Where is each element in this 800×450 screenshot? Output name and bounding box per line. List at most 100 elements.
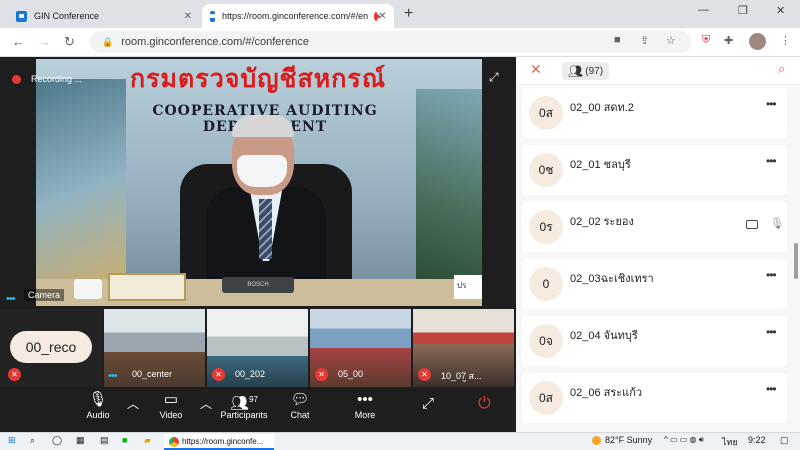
thumbnail-tile[interactable]: ••• 00_center: [104, 309, 205, 387]
participant-name: 02_00 สดท.2: [570, 102, 634, 114]
task-view-icon[interactable]: ◯: [52, 435, 62, 446]
participants-count: (97): [585, 65, 604, 77]
thumbnail-strip: 00_reco ✕ ••• 00_center ✕ 00_202 ✕ 05_00…: [0, 309, 516, 387]
speaker-label: Camera: [24, 289, 65, 301]
clock-time[interactable]: 9:22: [748, 435, 766, 445]
participants-icon: 👥︎: [568, 64, 584, 78]
video-camera-icon[interactable]: [746, 220, 758, 229]
taskbar-app-icon[interactable]: ▦: [76, 435, 85, 446]
gin-favicon-icon: [210, 10, 215, 22]
participants-count-badge: 97: [249, 395, 258, 404]
participant-name: 02_04 จันทบุรี: [570, 330, 638, 342]
new-tab-button[interactable]: +: [404, 5, 413, 23]
participant-row[interactable]: 0ส 02_06 สระแก้ว •••: [522, 373, 787, 423]
chat-button[interactable]: 💬︎ Chat: [286, 389, 314, 420]
extensions-puzzle-icon[interactable]: ✚: [724, 34, 733, 47]
chrome-icon: [169, 437, 179, 447]
more-options-icon[interactable]: •••: [766, 382, 777, 396]
reload-button[interactable]: ↻: [64, 34, 75, 50]
chevron-down-icon[interactable]: ⌄: [461, 375, 468, 384]
minimize-button[interactable]: —: [698, 4, 709, 16]
windows-start-icon[interactable]: ⊞: [8, 435, 16, 446]
leave-power-icon[interactable]: ⏻: [478, 395, 491, 413]
more-options-icon[interactable]: •••: [766, 154, 777, 168]
control-bar: 🎙︎ Audio ︿ ▭ Video ︿ 👥︎97 Participants 💬…: [0, 387, 516, 432]
conference-mic: BOSCH: [222, 277, 294, 293]
video-label: Video: [159, 410, 183, 420]
layout-expand-icon[interactable]: ⤢: [422, 395, 434, 412]
participant-name: 02_03ฉะเชิงเทรา: [570, 273, 654, 285]
participant-avatar: 0ส: [529, 381, 563, 415]
thumbnail-tile[interactable]: ✕ 05_00: [310, 309, 411, 387]
participant-avatar: 0ส: [529, 96, 563, 130]
weather-widget[interactable]: 82°F Sunny: [592, 435, 652, 446]
profile-avatar[interactable]: [749, 33, 766, 50]
tab-gin-conference[interactable]: GIN Conference ✕: [8, 4, 200, 28]
audio-level-icon: •••: [108, 370, 118, 382]
bookmark-star-icon[interactable]: ☆: [666, 34, 676, 47]
close-window-button[interactable]: ✕: [776, 4, 785, 17]
more-label: More: [354, 410, 376, 420]
close-panel-icon[interactable]: ✕: [530, 61, 542, 78]
taskbar-chrome-label: https://room.ginconfe...: [182, 437, 264, 446]
audio-button[interactable]: 🎙︎ Audio: [82, 389, 114, 420]
address-bar[interactable]: 🔒 room.ginconference.com/#/conference ■ …: [90, 31, 692, 53]
panel-scrollbar[interactable]: [794, 243, 798, 279]
nameplate: [108, 273, 186, 301]
participants-button[interactable]: 👥︎97 Participants: [216, 389, 272, 420]
participant-row[interactable]: 0จ 02_04 จันทบุรี •••: [522, 316, 787, 366]
video-button[interactable]: ▭ Video: [155, 389, 187, 420]
recording-indicator-icon: [374, 11, 381, 21]
close-tab-icon[interactable]: ✕: [184, 11, 192, 22]
banner-thai-text: กรมตรวจบัญชีสหกรณ์: [129, 65, 387, 93]
mic-off-icon[interactable]: 🎙︎: [770, 217, 784, 230]
speaker-hair: [232, 115, 294, 137]
video-options-chevron-icon[interactable]: ︿: [200, 395, 212, 412]
more-options-icon[interactable]: •••: [766, 97, 777, 111]
participant-name: 02_02 ระยอง: [570, 216, 634, 228]
system-tray-icons[interactable]: ^ ▭ ▭ ◍ 🔊︎: [664, 435, 704, 445]
audio-options-chevron-icon[interactable]: ︿: [127, 395, 139, 412]
more-button[interactable]: ••• More: [350, 389, 380, 420]
language-indicator[interactable]: ไทย: [722, 435, 738, 449]
participant-row[interactable]: 0ร 02_02 ระยอง 🎙︎: [522, 202, 787, 252]
mic-muted-icon: ✕: [315, 368, 328, 381]
back-button[interactable]: ←: [12, 34, 25, 49]
tab-title: https://room.ginconference.com/#/en: [222, 11, 369, 21]
audio-level-icon: •••: [6, 293, 16, 305]
browser-menu-icon[interactable]: ⋮: [780, 34, 791, 47]
recording-dot-icon: [12, 74, 21, 84]
extension-shield-icon[interactable]: ⛨: [702, 34, 710, 47]
more-options-icon[interactable]: •••: [766, 268, 777, 282]
tab-room-conference[interactable]: https://room.ginconference.com/#/en ✕: [202, 4, 394, 28]
participant-avatar: 0จ: [529, 324, 563, 358]
restore-button[interactable]: ❐: [738, 4, 748, 17]
mic-off-icon: 🎙︎: [88, 391, 108, 408]
more-options-icon[interactable]: •••: [766, 325, 777, 339]
participant-name: 02_06 สระแก้ว: [570, 387, 643, 399]
share-icon[interactable]: ⇪: [640, 34, 649, 47]
file-explorer-icon[interactable]: ▤: [100, 435, 109, 446]
notifications-icon[interactable]: ▢: [780, 435, 789, 446]
taskbar-chrome-item[interactable]: https://room.ginconfe...: [164, 434, 274, 450]
participants-count-tab[interactable]: 👥︎ (97): [562, 62, 610, 80]
thumbnail-label: 05_00: [338, 369, 364, 379]
video-camera-icon: ▭: [163, 391, 179, 408]
main-video[interactable]: กรมตรวจบัญชีสหกรณ์ COOPERATIVE AUDITING …: [36, 59, 482, 306]
wall-artwork-right: [416, 89, 482, 289]
fullscreen-icon[interactable]: ⤢: [489, 70, 499, 85]
mic-muted-icon: ✕: [418, 368, 431, 381]
thumbnail-tile[interactable]: ✕ 00_202: [207, 309, 308, 387]
participant-row[interactable]: 0ส 02_00 สดท.2 •••: [522, 88, 787, 138]
camera-permission-icon[interactable]: ■: [614, 34, 621, 46]
chat-label: Chat: [290, 410, 310, 420]
thumbnail-tile[interactable]: ✕ 10_07 ส... ⌄: [413, 309, 514, 387]
line-app-icon[interactable]: ■: [122, 435, 127, 445]
folder-icon[interactable]: ▰: [144, 435, 151, 446]
participant-row[interactable]: 0ช 02_01 ชลบุรี •••: [522, 145, 787, 195]
search-icon[interactable]: ⌕: [30, 435, 35, 446]
search-icon[interactable]: ⌕: [778, 61, 785, 77]
forward-button[interactable]: →: [38, 34, 51, 49]
self-tile[interactable]: 00_reco ✕: [0, 309, 103, 387]
participant-row[interactable]: 0 02_03ฉะเชิงเทรา •••: [522, 259, 787, 309]
